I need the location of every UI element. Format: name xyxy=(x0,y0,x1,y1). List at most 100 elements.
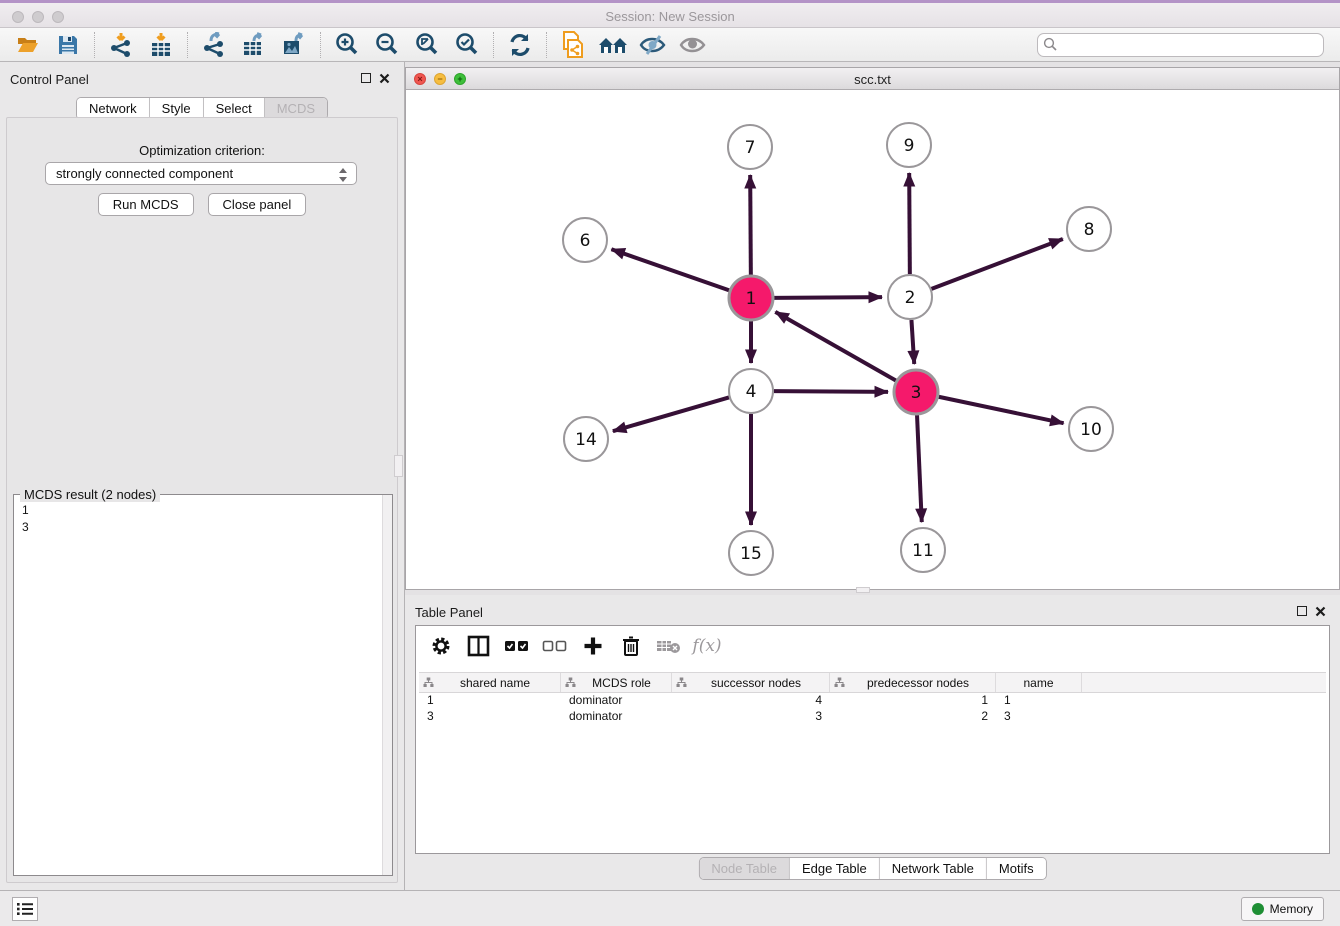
tab-network-table[interactable]: Network Table xyxy=(880,858,987,879)
column-header-name[interactable]: name xyxy=(996,673,1082,692)
column-header-successor-nodes[interactable]: successor nodes xyxy=(672,673,830,692)
run-mcds-button[interactable]: Run MCDS xyxy=(98,193,194,216)
graph-edge-4-3[interactable] xyxy=(774,391,888,392)
tab-select[interactable]: Select xyxy=(204,98,265,119)
show-column-button[interactable] xyxy=(462,630,496,662)
result-scrollbar[interactable] xyxy=(382,495,392,875)
zoom-out-button[interactable] xyxy=(367,30,407,60)
panel-splitter-handle[interactable] xyxy=(394,455,403,477)
network-window-title: scc.txt xyxy=(406,72,1339,87)
column-header-label: shared name xyxy=(434,676,556,690)
graph-edge-1-6[interactable] xyxy=(611,249,729,290)
hierarchy-icon xyxy=(565,677,576,688)
graph-edge-1-7[interactable] xyxy=(750,175,751,275)
graph-edge-2-9[interactable] xyxy=(909,173,910,274)
graph-edge-3-10[interactable] xyxy=(939,397,1064,423)
node-table: shared name MCDS role successor nodes prede… xyxy=(419,672,1326,725)
tab-style[interactable]: Style xyxy=(150,98,204,119)
zoom-selected-icon xyxy=(454,32,480,58)
zoom-fit-button[interactable] xyxy=(407,30,447,60)
tab-node-table[interactable]: Node Table xyxy=(699,858,790,879)
hierarchy-icon xyxy=(676,677,687,688)
column-header-label: MCDS role xyxy=(576,676,667,690)
close-panel-icon[interactable] xyxy=(379,73,390,84)
hide-selected-button[interactable] xyxy=(633,30,673,60)
network-window-titlebar[interactable]: × − + scc.txt xyxy=(406,68,1339,90)
table-cell[interactable]: 3 xyxy=(672,709,830,725)
table-cell[interactable]: 4 xyxy=(672,693,830,709)
node-table-container: f(x) shared name MCDS role successor nodes… xyxy=(415,625,1330,854)
table-cell[interactable]: 1 xyxy=(830,693,996,709)
column-header-shared-name[interactable]: shared name xyxy=(419,673,561,692)
deselect-all-checkboxes-icon xyxy=(542,638,568,654)
deselect-all-button[interactable] xyxy=(538,630,572,662)
add-column-button[interactable] xyxy=(576,630,610,662)
close-table-panel-icon[interactable] xyxy=(1315,606,1326,617)
search-input[interactable] xyxy=(1037,33,1324,57)
close-panel-button[interactable]: Close panel xyxy=(208,193,307,216)
control-panel: Control Panel Network Style Select MCDS … xyxy=(0,62,405,890)
column-header-label: predecessor nodes xyxy=(845,676,991,690)
home-button[interactable] xyxy=(593,30,633,60)
horizontal-splitter-handle[interactable] xyxy=(856,587,870,593)
graph-edge-3-1[interactable] xyxy=(775,312,896,381)
graph-node-label-6: 6 xyxy=(580,231,591,251)
table-cell[interactable]: 3 xyxy=(996,709,1082,725)
table-cell[interactable]: dominator xyxy=(561,693,672,709)
tab-motifs[interactable]: Motifs xyxy=(987,858,1046,879)
float-panel-icon[interactable] xyxy=(361,73,371,83)
zoom-in-button[interactable] xyxy=(327,30,367,60)
export-table-button[interactable] xyxy=(234,30,274,60)
export-image-button[interactable] xyxy=(274,30,314,60)
float-table-panel-icon[interactable] xyxy=(1297,606,1307,616)
network-from-selection-button[interactable] xyxy=(553,30,593,60)
optimization-criterion-value: strongly connected component xyxy=(56,166,233,181)
tab-network[interactable]: Network xyxy=(77,98,150,119)
graph-edge-4-14[interactable] xyxy=(613,397,729,431)
eye-slash-icon xyxy=(638,33,668,57)
task-history-button[interactable] xyxy=(12,897,38,921)
tab-mcds[interactable]: MCDS xyxy=(265,98,327,119)
column-header-MCDS-role[interactable]: MCDS role xyxy=(561,673,672,692)
table-settings-button[interactable] xyxy=(424,630,458,662)
table-cell[interactable]: 3 xyxy=(419,709,561,725)
delete-column-button[interactable] xyxy=(614,630,648,662)
table-row[interactable]: 3dominator323 xyxy=(419,709,1326,725)
table-row[interactable]: 1dominator411 xyxy=(419,693,1326,709)
import-network-button[interactable] xyxy=(101,30,141,60)
export-image-icon xyxy=(281,32,307,58)
graph-edge-1-2[interactable] xyxy=(774,297,882,298)
hierarchy-icon xyxy=(834,677,845,688)
graph-edge-2-8[interactable] xyxy=(932,239,1063,289)
save-session-button[interactable] xyxy=(48,30,88,60)
table-cell[interactable]: 1 xyxy=(996,693,1082,709)
column-header-predecessor-nodes[interactable]: predecessor nodes xyxy=(830,673,996,692)
tab-edge-table[interactable]: Edge Table xyxy=(790,858,880,879)
graph-edge-2-3[interactable] xyxy=(911,320,914,364)
control-panel-title: Control Panel xyxy=(10,72,89,87)
mcds-result-list[interactable]: 1 3 xyxy=(14,498,382,875)
show-hidden-button[interactable] xyxy=(673,30,713,60)
table-cell[interactable]: dominator xyxy=(561,709,672,725)
apply-function-button[interactable]: f(x) xyxy=(690,630,724,662)
status-bar: Memory xyxy=(0,890,1340,926)
network-canvas[interactable]: 7968124314101511 xyxy=(406,90,1339,589)
select-all-button[interactable] xyxy=(500,630,534,662)
delete-table-button[interactable] xyxy=(652,630,686,662)
mcds-result-group: MCDS result (2 nodes) 1 3 xyxy=(13,494,393,876)
table-cell[interactable]: 2 xyxy=(830,709,996,725)
open-session-button[interactable] xyxy=(8,30,48,60)
export-table-icon xyxy=(241,32,267,58)
export-network-button[interactable] xyxy=(194,30,234,60)
optimization-criterion-select[interactable]: strongly connected component xyxy=(45,162,357,185)
graph-edge-3-11[interactable] xyxy=(917,415,922,522)
table-cell[interactable]: 1 xyxy=(419,693,561,709)
graph-node-label-1: 1 xyxy=(746,289,757,309)
apply-layout-button[interactable] xyxy=(500,30,540,60)
table-header-row: shared name MCDS role successor nodes prede… xyxy=(419,672,1326,693)
zoom-selected-button[interactable] xyxy=(447,30,487,60)
memory-button[interactable]: Memory xyxy=(1241,897,1324,921)
network-graph[interactable]: 7968124314101511 xyxy=(406,90,1339,589)
import-table-button[interactable] xyxy=(141,30,181,60)
select-all-checkboxes-icon xyxy=(504,638,530,654)
